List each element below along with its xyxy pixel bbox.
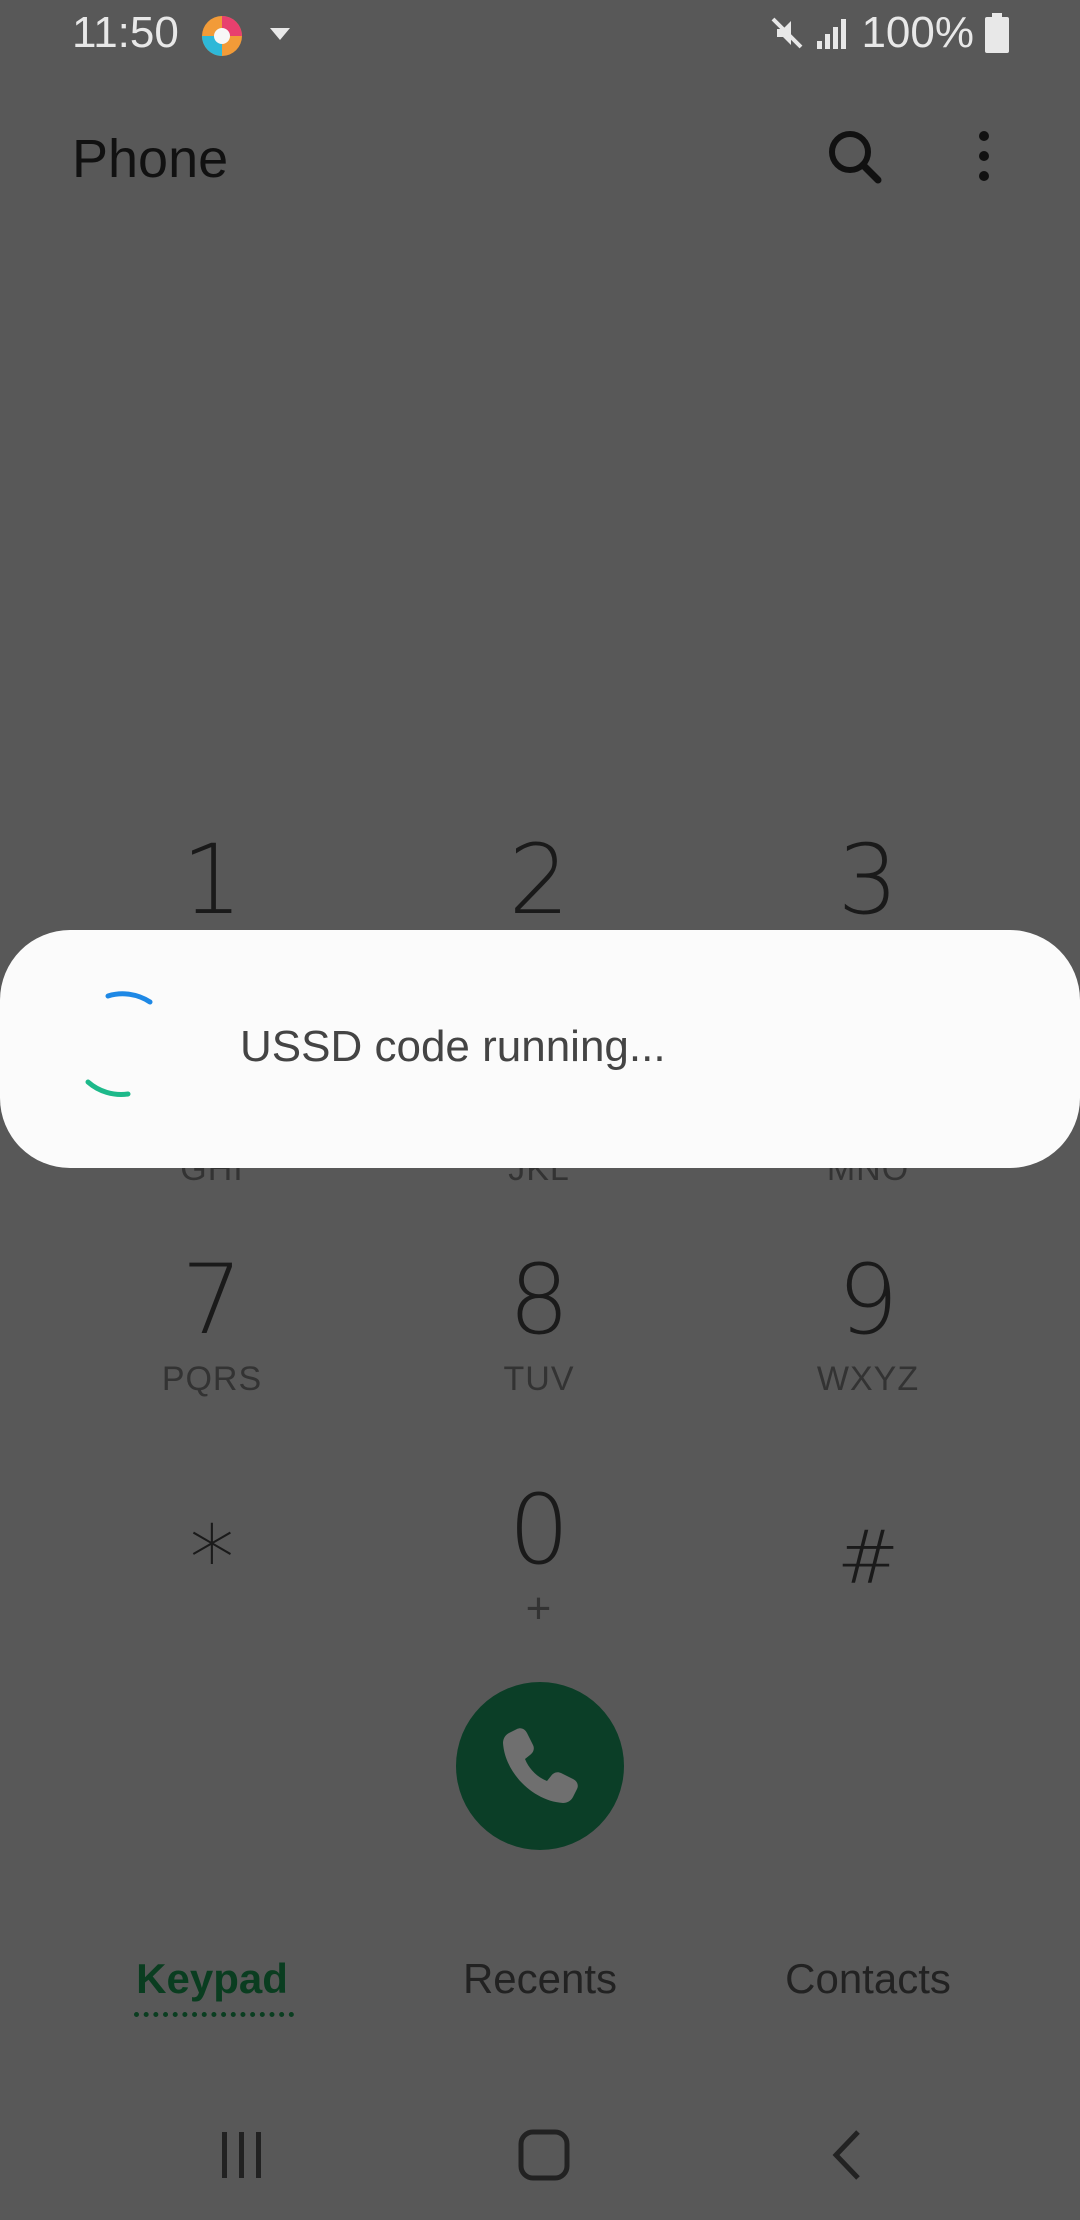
- back-button[interactable]: [806, 2120, 886, 2190]
- battery-icon: [985, 13, 1009, 53]
- key-letters: WXYZ: [816, 1360, 920, 1398]
- battery-percent: 100%: [861, 8, 974, 57]
- loading-spinner-icon: [85, 991, 153, 1097]
- dialog-message: USSD code running...: [240, 1022, 666, 1071]
- key-digit: 8: [508, 1244, 570, 1356]
- signal-icon: [817, 19, 847, 49]
- app-notification-icon: [202, 16, 242, 56]
- key-digit: 2: [508, 824, 570, 936]
- key-7[interactable]: 7 PQRS: [47, 1250, 377, 1399]
- phone-icon: [503, 1728, 578, 1803]
- home-icon: [518, 2129, 570, 2181]
- key-letters: PQRS: [161, 1360, 263, 1398]
- page-title: Phone: [72, 129, 229, 189]
- key-digit: 7: [181, 1244, 243, 1356]
- recent-apps-button[interactable]: [202, 2120, 282, 2190]
- key-digit: 3: [837, 824, 899, 936]
- status-icons: 100%: [769, 8, 1010, 58]
- active-tab-indicator: [134, 2012, 294, 2017]
- key-8[interactable]: 8 TUV: [374, 1250, 704, 1399]
- key-digit: 0: [508, 1474, 570, 1586]
- tab-recents[interactable]: Recents: [410, 1955, 670, 2003]
- key-2[interactable]: 2: [374, 830, 704, 940]
- search-icon[interactable]: [820, 122, 888, 190]
- key-letters: +: [525, 1584, 553, 1633]
- back-icon: [832, 2130, 860, 2180]
- mute-icon: [772, 17, 803, 49]
- key-digit: #: [836, 1515, 899, 1601]
- status-time: 11:50: [72, 8, 179, 57]
- tab-keypad[interactable]: Keypad: [82, 1955, 342, 2003]
- key-1[interactable]: 1: [47, 830, 377, 940]
- home-button[interactable]: [504, 2120, 584, 2190]
- call-button[interactable]: [456, 1682, 624, 1850]
- tab-contacts[interactable]: Contacts: [738, 1955, 998, 2003]
- recent-apps-icon: [222, 2132, 261, 2178]
- more-options-icon[interactable]: [960, 122, 1008, 190]
- key-star[interactable]: *: [47, 1480, 377, 1620]
- key-3[interactable]: 3: [703, 830, 1033, 940]
- key-digit: 9: [837, 1244, 899, 1356]
- key-9[interactable]: 9 WXYZ: [703, 1250, 1033, 1399]
- key-digit: *: [189, 1507, 235, 1612]
- key-0[interactable]: 0 +: [374, 1480, 704, 1634]
- key-digit: 1: [181, 824, 243, 936]
- key-hash[interactable]: #: [703, 1480, 1033, 1618]
- key-letters: TUV: [503, 1360, 575, 1398]
- dropdown-arrow-icon: [270, 28, 290, 40]
